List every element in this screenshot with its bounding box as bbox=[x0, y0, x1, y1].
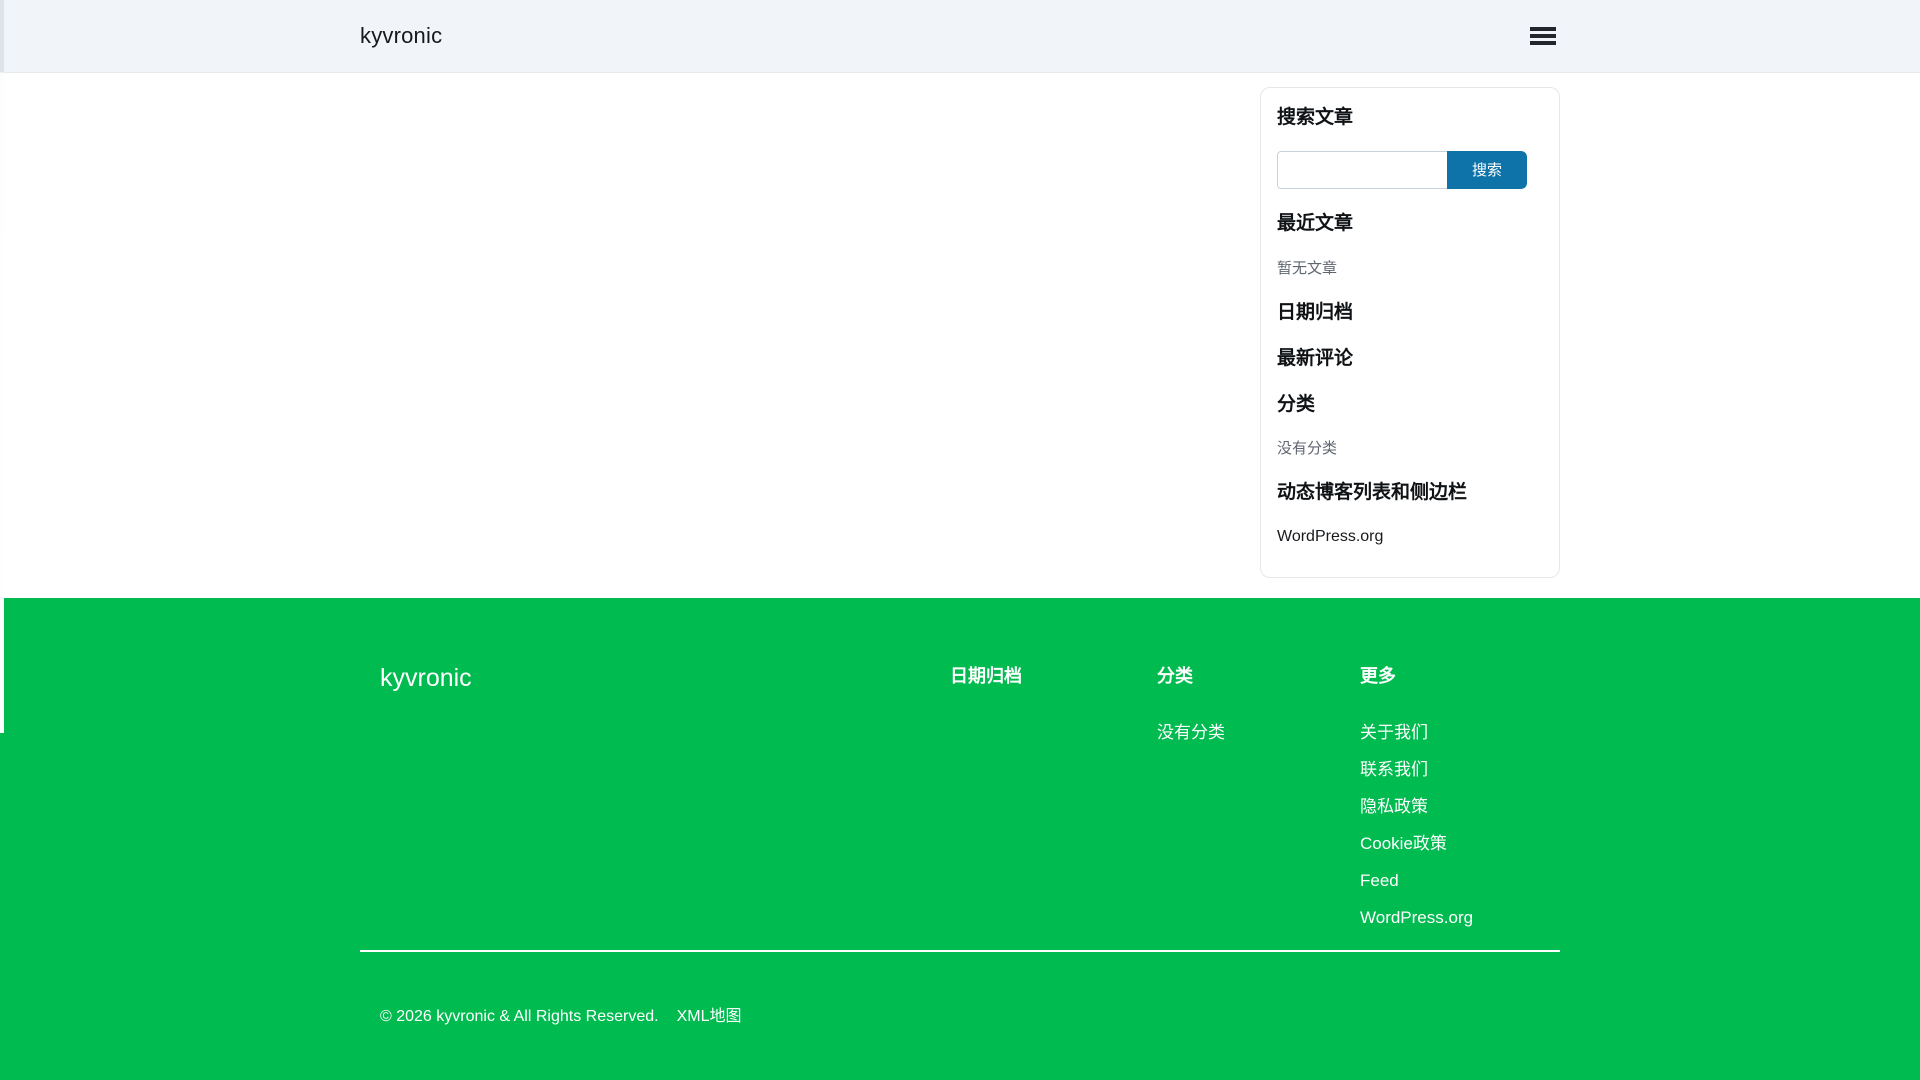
search-widget-title: 搜索文章 bbox=[1277, 107, 1354, 128]
left-scrollbar[interactable] bbox=[0, 0, 4, 733]
main-area: 搜索文章 搜索 最近文章 暂无文章 日期归档 最新评论 分类 没有分类 动态博客… bbox=[0, 73, 1920, 598]
footer-link-wordpress[interactable]: WordPress.org bbox=[1360, 908, 1560, 927]
meta-widget-title: 动态博客列表和侧边栏 bbox=[1277, 482, 1468, 504]
categories-empty-text: 没有分类 bbox=[1277, 440, 1338, 458]
search-input[interactable] bbox=[1277, 150, 1447, 189]
footer-divider bbox=[360, 949, 1560, 952]
footer-more-title: 更多 bbox=[1360, 666, 1396, 686]
footer-categories-empty-text: 没有分类 bbox=[1157, 722, 1225, 742]
footer-bottom-bar: © 2026 kyvronic & All Rights Reserved. X… bbox=[360, 1002, 1560, 1026]
recent-posts-empty-text: 暂无文章 bbox=[1277, 259, 1338, 277]
site-header: kyvronic bbox=[0, 0, 1920, 73]
content-empty-region bbox=[360, 87, 1260, 578]
footer-link-contact[interactable]: 联系我们 bbox=[1360, 760, 1560, 779]
copyright-text: © 2026 kyvronic & All Rights Reserved. bbox=[380, 1007, 659, 1025]
footer-link-cookie[interactable]: Cookie政策 bbox=[1360, 834, 1560, 853]
sidebar: 搜索文章 搜索 最近文章 暂无文章 日期归档 最新评论 分类 没有分类 动态博客… bbox=[1260, 87, 1560, 578]
search-button[interactable]: 搜索 bbox=[1447, 150, 1527, 189]
footer-archives-column: 日期归档 bbox=[950, 666, 1157, 724]
archives-title: 日期归档 bbox=[1277, 301, 1354, 323]
wordpress-org-link[interactable]: WordPress.org bbox=[1277, 527, 1543, 546]
main-container: 搜索文章 搜索 最近文章 暂无文章 日期归档 最新评论 分类 没有分类 动态博客… bbox=[360, 73, 1560, 578]
categories-title: 分类 bbox=[1277, 393, 1316, 415]
site-footer: kyvronic 日期归档 分类 没有分类 更多 关于我们 联系我们 隐私政策 … bbox=[0, 598, 1920, 1080]
site-logo[interactable]: kyvronic bbox=[360, 23, 442, 49]
xml-sitemap-link[interactable]: XML地图 bbox=[677, 1002, 742, 1026]
recent-posts-title: 最近文章 bbox=[1277, 212, 1354, 234]
header-container: kyvronic bbox=[360, 23, 1560, 49]
hamburger-icon bbox=[1530, 27, 1556, 31]
footer-columns: kyvronic 日期归档 分类 没有分类 更多 关于我们 联系我们 隐私政策 … bbox=[360, 666, 1560, 946]
footer-categories-title: 分类 bbox=[1157, 666, 1193, 686]
footer-more-column: 更多 关于我们 联系我们 隐私政策 Cookie政策 Feed WordPres… bbox=[1360, 666, 1560, 946]
footer-link-privacy[interactable]: 隐私政策 bbox=[1360, 797, 1560, 816]
footer-categories-column: 分类 没有分类 bbox=[1157, 666, 1360, 761]
footer-link-feed[interactable]: Feed bbox=[1360, 871, 1560, 890]
footer-link-about[interactable]: 关于我们 bbox=[1360, 723, 1560, 742]
footer-brand-column: kyvronic bbox=[380, 666, 950, 691]
footer-archives-title: 日期归档 bbox=[950, 666, 1022, 686]
recent-comments-title: 最新评论 bbox=[1277, 347, 1354, 369]
search-form: 搜索 bbox=[1277, 150, 1527, 189]
menu-button[interactable] bbox=[1530, 24, 1556, 48]
footer-logo[interactable]: kyvronic bbox=[380, 664, 472, 692]
